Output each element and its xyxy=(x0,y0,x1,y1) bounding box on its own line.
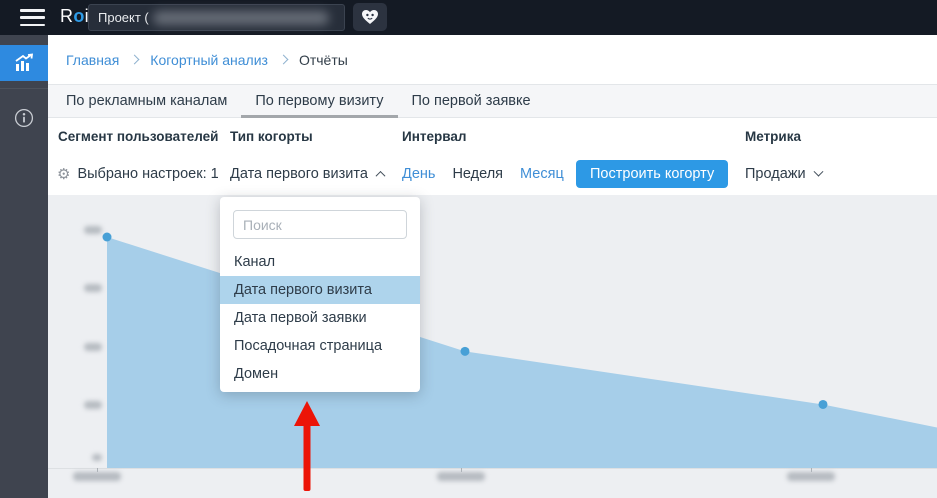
main-content: Главная Когортный анализ Отчёты По рекла… xyxy=(48,35,937,498)
segment-label: Сегмент пользователей xyxy=(58,129,218,144)
y-tick-label-blurred xyxy=(84,343,102,351)
report-tabs: По рекламным каналам По первому визиту П… xyxy=(48,84,937,118)
cohort-chart-panel xyxy=(48,195,937,498)
chart-baseline xyxy=(48,468,937,469)
metric-select[interactable]: Продажи xyxy=(745,160,822,188)
cohort-type-dropdown: Канал Дата первого визита Дата первой за… xyxy=(220,197,420,392)
y-tick-label-blurred xyxy=(92,454,102,461)
build-cohort-button[interactable]: Построить когорту xyxy=(576,160,728,188)
metric-label: Метрика xyxy=(745,129,801,144)
interval-option-day[interactable]: День xyxy=(402,166,435,182)
segment-settings[interactable]: ⚙ Выбрано настроек: 1 xyxy=(57,160,219,188)
cohort-type-value: Дата первого визита xyxy=(230,166,368,182)
dropdown-option-first-lead-date[interactable]: Дата первой заявки xyxy=(220,304,420,332)
info-icon xyxy=(14,108,34,128)
interval-switcher: День Неделя Месяц xyxy=(402,160,564,188)
segment-settings-label: Выбрано настроек: 1 xyxy=(77,166,218,182)
sidebar-item-info[interactable] xyxy=(0,89,48,147)
project-name-blurred xyxy=(153,11,329,25)
project-selector[interactable]: Проект ( xyxy=(88,4,345,31)
chevron-right-icon xyxy=(130,55,140,65)
data-point[interactable] xyxy=(103,233,112,242)
gear-icon: ⚙ xyxy=(57,165,70,183)
dropdown-option-domain[interactable]: Домен xyxy=(220,360,420,388)
y-tick-label-blurred xyxy=(84,401,102,409)
annotation-arrow-up-icon xyxy=(290,400,324,495)
chevron-right-icon xyxy=(278,55,288,65)
health-button[interactable] xyxy=(353,3,387,31)
tab-by-first-lead[interactable]: По первой заявке xyxy=(398,85,545,117)
chevron-up-icon xyxy=(375,170,385,180)
breadcrumb-current: Отчёты xyxy=(299,52,348,68)
cohort-type-select[interactable]: Дата первого визита xyxy=(230,160,384,188)
bar-chart-icon xyxy=(13,53,35,73)
tab-by-first-visit[interactable]: По первому визиту xyxy=(241,85,397,117)
data-point[interactable] xyxy=(461,347,470,356)
topbar: Roistat Проект ( xyxy=(0,0,937,35)
hamburger-menu-icon[interactable] xyxy=(20,9,45,26)
cohort-type-label: Тип когорты xyxy=(230,129,313,144)
sidebar-item-analytics[interactable] xyxy=(0,45,48,81)
y-tick-label-blurred xyxy=(84,226,102,234)
dropdown-search-input[interactable] xyxy=(233,210,407,239)
dropdown-option-channel[interactable]: Канал xyxy=(220,248,420,276)
interval-option-week[interactable]: Неделя xyxy=(452,166,503,182)
x-tick-label-blurred xyxy=(73,472,121,481)
sidebar xyxy=(0,35,48,498)
data-point[interactable] xyxy=(819,400,828,409)
x-tick-label-blurred xyxy=(437,472,485,481)
breadcrumb-cohort-analysis[interactable]: Когортный анализ xyxy=(150,52,268,68)
interval-label: Интервал xyxy=(402,129,466,144)
cohort-chart xyxy=(48,195,937,498)
breadcrumb-home[interactable]: Главная xyxy=(66,52,119,68)
metric-value: Продажи xyxy=(745,166,806,182)
y-tick-label-blurred xyxy=(84,284,102,292)
tab-by-ad-channels[interactable]: По рекламным каналам xyxy=(52,85,241,117)
dropdown-option-first-visit-date[interactable]: Дата первого визита xyxy=(220,276,420,304)
dropdown-option-landing-page[interactable]: Посадочная страница xyxy=(220,332,420,360)
chevron-down-icon xyxy=(813,166,823,176)
breadcrumb: Главная Когортный анализ Отчёты xyxy=(48,35,937,84)
x-tick-label-blurred xyxy=(787,472,835,481)
interval-option-month[interactable]: Месяц xyxy=(520,166,564,182)
heart-icon xyxy=(361,9,379,25)
project-name-label: Проект ( xyxy=(98,10,149,25)
